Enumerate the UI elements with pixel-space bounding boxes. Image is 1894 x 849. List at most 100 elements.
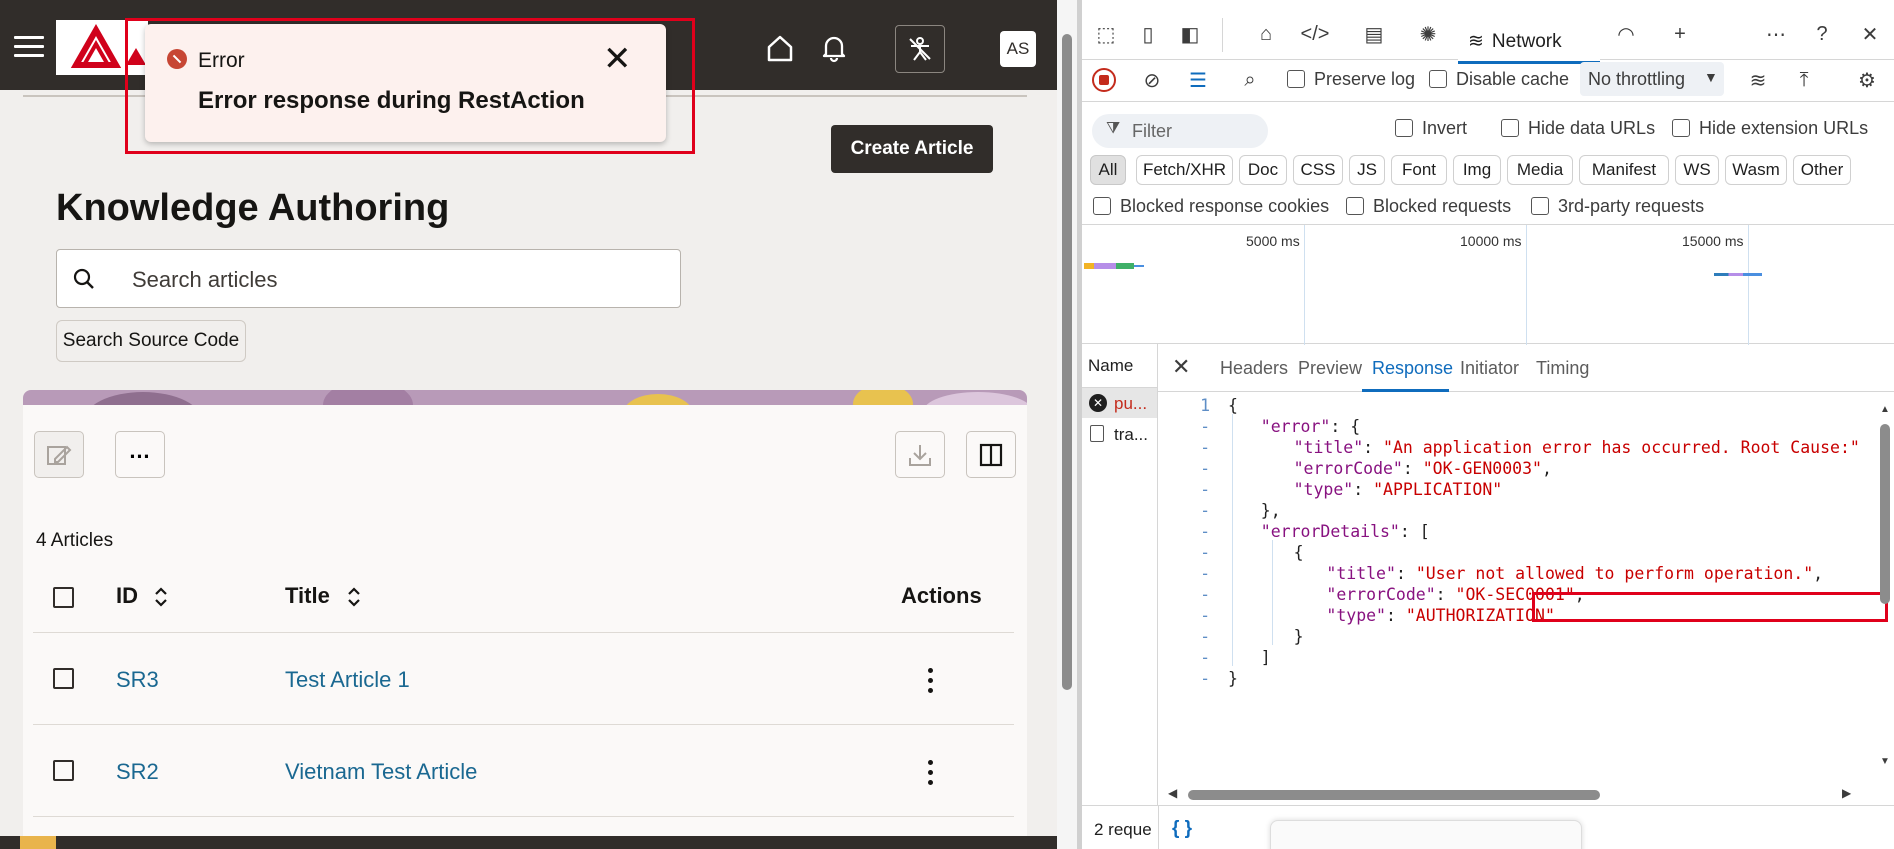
more-options-button[interactable]: … — [115, 431, 165, 478]
code-line: "type": "AUTHORIZATION" — [1326, 606, 1555, 625]
add-tool-icon[interactable]: + — [1666, 20, 1694, 48]
type-filter-all[interactable]: All — [1090, 155, 1126, 185]
console-icon[interactable]: ▤ — [1360, 20, 1388, 48]
type-filter-manifest[interactable]: Manifest — [1579, 155, 1669, 185]
request-detail-tabs: ✕ Headers Preview Response Initiator Tim… — [1158, 344, 1894, 392]
wifi-icon: ≋ — [1468, 31, 1484, 52]
response-vertical-scrollbar[interactable]: ▲ ▼ — [1876, 394, 1894, 774]
scrollbar-thumb[interactable] — [1880, 424, 1890, 604]
article-id-link[interactable]: SR3 — [116, 667, 159, 693]
title-column-header[interactable]: Title — [285, 583, 330, 609]
type-filter-css[interactable]: CSS — [1293, 155, 1343, 185]
filter-toggle-icon[interactable]: ☰ — [1184, 66, 1212, 94]
welcome-home-icon[interactable]: ⌂ — [1252, 20, 1280, 48]
tab-headers[interactable]: Headers — [1220, 358, 1288, 379]
type-filter-fetch[interactable]: Fetch/XHR — [1136, 155, 1233, 185]
type-filter-other[interactable]: Other — [1793, 155, 1851, 185]
scroll-right-icon[interactable]: ▶ — [1842, 786, 1851, 800]
network-conditions-icon[interactable]: ≋ — [1744, 66, 1772, 94]
response-horizontal-scrollbar[interactable]: ◀ ▶ — [1168, 786, 1866, 802]
type-filter-doc[interactable]: Doc — [1239, 155, 1287, 185]
dock-icon[interactable]: ◧ — [1176, 20, 1204, 48]
scroll-down-icon[interactable]: ▼ — [1880, 756, 1890, 767]
id-column-header[interactable]: ID — [116, 583, 138, 609]
row-checkbox[interactable] — [53, 760, 74, 781]
timeline-gridline — [1526, 225, 1527, 345]
bell-icon[interactable] — [816, 30, 852, 66]
type-filter-wasm[interactable]: Wasm — [1725, 155, 1787, 185]
line-number: - — [1200, 648, 1210, 667]
type-filter-font[interactable]: Font — [1391, 155, 1447, 185]
invert-checkbox[interactable] — [1395, 119, 1413, 137]
request-row[interactable]: tra... — [1082, 420, 1157, 448]
code-line: { — [1293, 543, 1304, 562]
type-filter-media[interactable]: Media — [1507, 155, 1573, 185]
record-icon[interactable] — [1092, 68, 1116, 92]
type-filter-ws[interactable]: WS — [1675, 155, 1719, 185]
settings-gear-icon[interactable]: ⚙ — [1853, 66, 1881, 94]
close-devtools-icon[interactable]: ✕ — [1856, 20, 1884, 48]
sources-bug-icon[interactable]: ✺ — [1414, 20, 1442, 48]
preserve-log-checkbox[interactable] — [1287, 70, 1305, 88]
row-actions-icon[interactable] — [928, 668, 934, 698]
more-tools-icon[interactable]: ⋯ — [1762, 20, 1790, 48]
disable-cache-checkbox[interactable] — [1429, 70, 1447, 88]
sort-icon[interactable] — [154, 586, 168, 608]
timeline-label: 15000 ms — [1682, 233, 1744, 249]
tab-timing[interactable]: Timing — [1536, 358, 1589, 379]
request-row[interactable]: ✕ pu... — [1082, 388, 1157, 418]
elements-icon[interactable]: </> — [1301, 20, 1330, 48]
tab-response[interactable]: Response — [1372, 358, 1453, 379]
page-scrollbar[interactable] — [1057, 0, 1077, 849]
scroll-up-icon[interactable]: ▲ — [1880, 404, 1890, 415]
tab-initiator[interactable]: Initiator — [1460, 358, 1519, 379]
timeline-gridline — [1304, 225, 1305, 345]
tab-preview[interactable]: Preview — [1298, 358, 1362, 379]
performance-icon[interactable]: ◠ — [1612, 20, 1640, 48]
network-tab[interactable]: ≋ Network — [1458, 22, 1600, 64]
hide-extension-urls-checkbox[interactable] — [1672, 119, 1690, 137]
select-all-checkbox[interactable] — [53, 587, 74, 608]
split-view-button[interactable] — [966, 431, 1016, 478]
network-timeline[interactable]: 5000 ms 10000 ms 15000 ms — [1082, 224, 1894, 345]
response-body[interactable]: 1{- "error": {- "title": "An application e… — [1158, 394, 1888, 774]
scroll-left-icon[interactable]: ◀ — [1168, 786, 1177, 800]
menu-icon[interactable] — [14, 36, 44, 58]
accessibility-icon[interactable] — [895, 25, 945, 73]
help-icon[interactable]: ? — [1808, 20, 1836, 48]
home-icon[interactable] — [762, 30, 798, 66]
download-button[interactable] — [895, 431, 945, 478]
inspect-icon[interactable]: ⬚ — [1092, 20, 1120, 48]
create-article-button[interactable]: Create Article — [831, 125, 993, 173]
close-detail-icon[interactable]: ✕ — [1172, 354, 1190, 380]
sort-icon[interactable] — [347, 586, 361, 608]
row-divider — [33, 724, 1014, 725]
edit-button[interactable] — [34, 431, 84, 478]
type-filter-img[interactable]: Img — [1453, 155, 1501, 185]
search-network-icon[interactable]: ⌕ — [1236, 66, 1264, 94]
search-articles-input[interactable]: Search articles — [56, 249, 681, 308]
article-id-link[interactable]: SR2 — [116, 759, 159, 785]
pretty-print-button[interactable]: { } — [1172, 818, 1192, 840]
article-title-link[interactable]: Test Article 1 — [285, 667, 410, 693]
filter-input[interactable]: ⧩ Filter — [1092, 114, 1268, 148]
device-icon[interactable]: ▯ — [1134, 20, 1162, 48]
row-actions-icon[interactable] — [928, 760, 934, 790]
type-filter-js[interactable]: JS — [1349, 155, 1385, 185]
hide-data-urls-checkbox[interactable] — [1501, 119, 1519, 137]
line-number: - — [1200, 606, 1210, 625]
scrollbar-thumb[interactable] — [1062, 34, 1072, 690]
row-checkbox[interactable] — [53, 668, 74, 689]
scrollbar-thumb[interactable] — [1188, 790, 1600, 800]
third-party-checkbox[interactable] — [1531, 197, 1549, 215]
search-source-code-button[interactable]: Search Source Code — [56, 320, 246, 362]
user-avatar[interactable]: AS — [1000, 31, 1036, 67]
blocked-cookies-checkbox[interactable] — [1093, 197, 1111, 215]
clear-icon[interactable]: ⊘ — [1138, 66, 1166, 94]
upload-icon[interactable]: ⤒ — [1790, 66, 1818, 94]
blocked-requests-checkbox[interactable] — [1346, 197, 1364, 215]
code-line: "errorCode": "OK-GEN0003", — [1293, 459, 1552, 478]
article-title-link[interactable]: Vietnam Test Article — [285, 759, 477, 785]
devtools-toolbar: ⬚ ▯ ◧ ⌂ </> ▤ ✺ ≋ Network ◠ + ⋯ ? ✕ — [1082, 10, 1894, 64]
throttling-select[interactable]: No throttling ▼ — [1580, 62, 1724, 96]
